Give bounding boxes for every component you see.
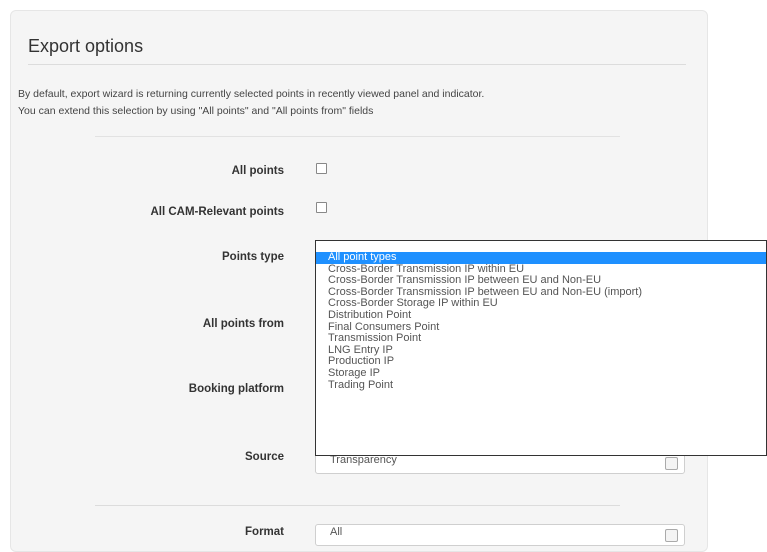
source-dropdown-icon[interactable]: [665, 457, 678, 470]
dropdown-option-distribution-point[interactable]: Distribution Point: [316, 309, 766, 322]
dropdown-option-all-point-types[interactable]: All point types: [316, 251, 766, 264]
points-type-dropdown-list[interactable]: All point types Cross-Border Transmissio…: [315, 240, 767, 456]
format-label: Format: [245, 526, 284, 538]
dropdown-option-storage-ip[interactable]: Storage IP: [316, 367, 766, 380]
all-cam-relevant-checkbox[interactable]: [316, 202, 327, 213]
panel-title: Export options: [28, 36, 144, 56]
description-line-1: By default, export wizard is returning c…: [18, 88, 485, 100]
panel-description: By default, export wizard is returning c…: [18, 86, 698, 120]
bottom-divider: [95, 505, 620, 506]
all-points-from-label: All points from: [202, 318, 284, 330]
format-select[interactable]: All: [315, 524, 685, 546]
section-divider: [95, 136, 620, 137]
description-line-2: You can extend this selection by using "…: [18, 105, 374, 117]
dropdown-option-trading-point[interactable]: Trading Point: [316, 379, 766, 392]
dropdown-option-transmission-point[interactable]: Transmission Point: [316, 333, 766, 345]
source-label: Source: [245, 451, 284, 463]
format-value: All: [330, 526, 343, 538]
all-points-checkbox[interactable]: [316, 163, 327, 174]
all-points-label: All points: [231, 165, 284, 177]
dropdown-option-production-ip[interactable]: Production IP: [316, 356, 766, 368]
booking-platform-label: Booking platform: [188, 383, 284, 395]
points-type-label: Points type: [222, 251, 284, 263]
format-dropdown-icon[interactable]: [665, 529, 678, 542]
all-cam-relevant-label: All CAM-Relevant points: [150, 206, 284, 218]
title-divider: [28, 64, 686, 65]
